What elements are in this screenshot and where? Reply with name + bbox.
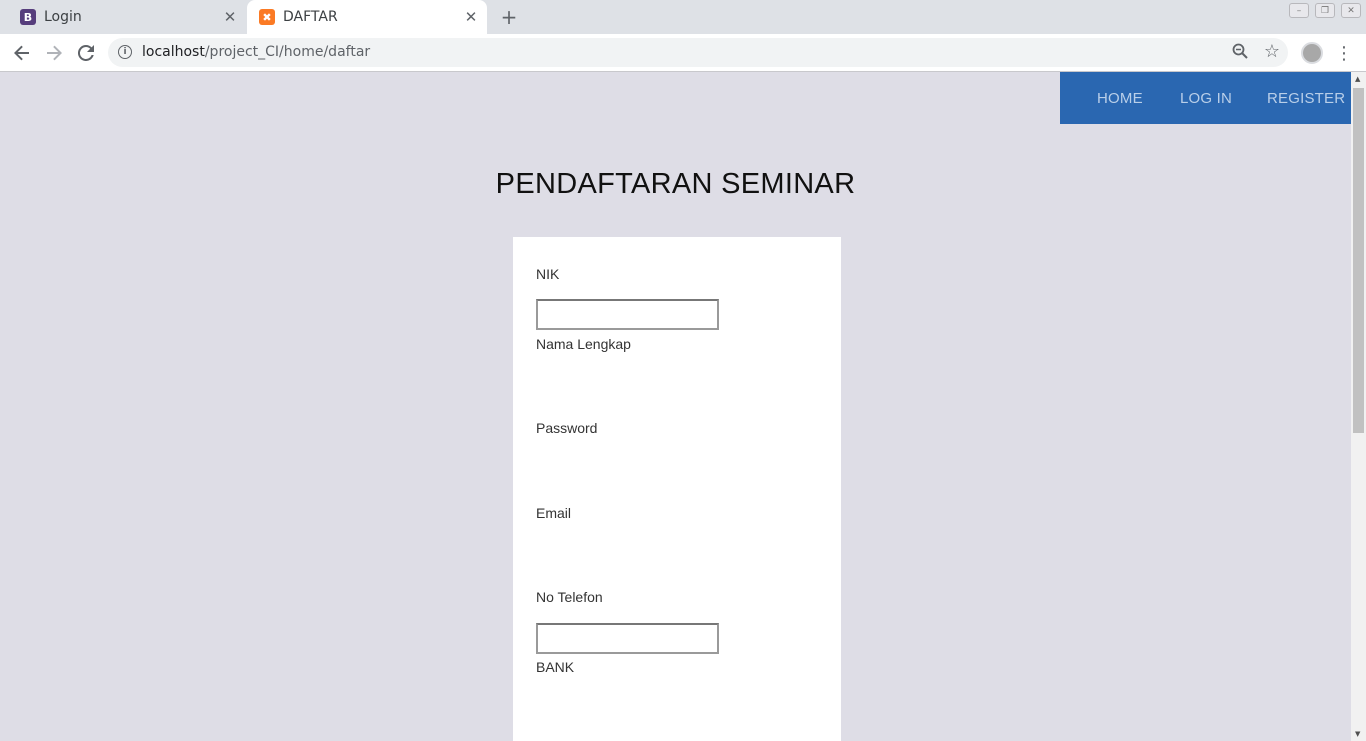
restore-window-button[interactable]: ❐ [1315,3,1335,18]
url-text: localhost/project_CI/home/daftar [142,44,371,60]
nama-lengkap-label: Nama Lengkap [536,336,631,352]
page-content: HOME LOG IN REGISTER PENDAFTARAN SEMINAR… [0,72,1351,741]
profile-avatar[interactable] [1301,42,1323,64]
browser-menu-icon[interactable]: ⋮ [1335,40,1353,66]
scroll-up-icon[interactable]: ▲ [1355,75,1360,83]
new-tab-button[interactable]: + [498,5,520,29]
no-telefon-label: No Telefon [536,589,603,605]
top-navigation: HOME LOG IN REGISTER [1060,72,1351,124]
registration-form: NIK Nama Lengkap Password Email No Telef… [513,237,841,741]
xampp-icon: ✖ [259,9,275,25]
scroll-down-icon[interactable]: ▼ [1355,730,1360,738]
bank-label: BANK [536,659,575,675]
scrollbar-thumb[interactable] [1353,88,1364,433]
browser-tab-strip: B Login ✕ ✖ DAFTAR ✕ + – ❐ ✕ [0,0,1366,34]
zoom-icon[interactable] [1232,43,1248,63]
minimize-window-button[interactable]: – [1289,3,1309,18]
no-telefon-input[interactable] [536,623,719,654]
close-tab-icon[interactable]: ✕ [461,7,481,27]
tab-login[interactable]: B Login ✕ [8,0,246,34]
close-window-button[interactable]: ✕ [1341,3,1361,18]
forward-icon[interactable] [41,40,67,66]
email-label: Email [536,505,572,521]
nik-input[interactable] [536,299,719,330]
nav-login-link[interactable]: LOG IN [1180,90,1232,107]
back-icon[interactable] [9,40,35,66]
page-scrollbar[interactable]: ▲ ▼ [1351,72,1366,741]
bookmark-star-icon[interactable]: ☆ [1264,41,1280,62]
address-bar[interactable]: i localhost/project_CI/home/daftar ☆ [108,38,1288,67]
info-icon[interactable]: i [118,45,132,59]
tab-title: DAFTAR [283,9,338,25]
nik-label: NIK [536,266,560,282]
page-title: PENDAFTARAN SEMINAR [495,168,856,200]
close-tab-icon[interactable]: ✕ [220,7,240,27]
password-label: Password [536,420,598,436]
tab-title: Login [44,9,82,25]
browser-toolbar: i localhost/project_CI/home/daftar ☆ ⋮ [0,34,1366,72]
nav-home-link[interactable]: HOME [1097,90,1143,107]
nav-register-link[interactable]: REGISTER [1267,90,1345,107]
bootstrap-icon: B [20,9,36,25]
reload-icon[interactable] [73,40,99,66]
tab-daftar[interactable]: ✖ DAFTAR ✕ [247,0,487,34]
